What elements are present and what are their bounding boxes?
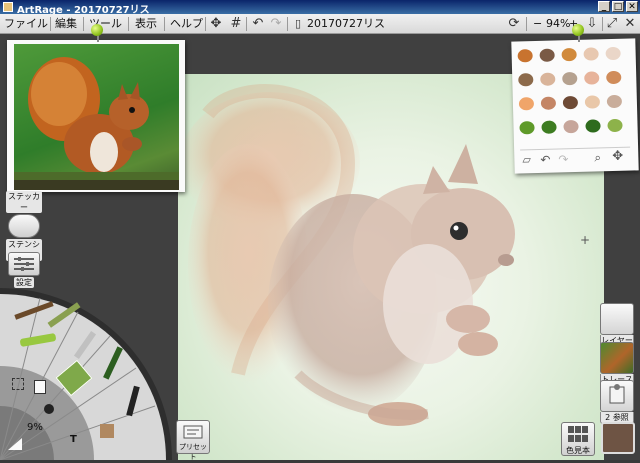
palette-redo-icon[interactable]: ↷	[558, 152, 568, 166]
reference-label: 参照	[612, 413, 629, 422]
palette-swatch[interactable]	[540, 96, 557, 110]
palette-swatch[interactable]	[562, 71, 578, 86]
move-canvas-icon[interactable]: ✥	[208, 16, 224, 32]
palette-swatch[interactable]	[607, 118, 623, 133]
squirrel-photo-illustration	[14, 57, 179, 190]
grid-icon[interactable]: #	[228, 16, 244, 32]
palette-swatch[interactable]	[606, 94, 623, 109]
stickers-button[interactable]: ステッカー	[6, 190, 42, 213]
window-title-bar[interactable]: ArtRage - 20170727リス _ □ ✕	[0, 0, 640, 16]
zoom-reset-icon[interactable]: ⇩	[584, 16, 600, 32]
minimize-button[interactable]: _	[598, 1, 610, 12]
reference-photo	[14, 44, 179, 190]
menu-separator	[602, 17, 603, 31]
layers-button[interactable]: レイヤー	[600, 303, 634, 347]
document-icon: ▯	[294, 17, 302, 30]
color-samples-button[interactable]: 色見本	[561, 422, 595, 456]
stickers-label: ステッカー	[6, 191, 42, 213]
layers-thumbnail	[600, 303, 634, 335]
reference-count: 2	[605, 413, 611, 422]
presets-label: プリセット	[179, 443, 207, 461]
palette-swatch[interactable]	[518, 97, 535, 111]
cursor-crosshair-icon: +	[580, 233, 591, 247]
menu-separator	[50, 17, 51, 31]
move-icon[interactable]: ✥	[612, 149, 623, 164]
palette-undo-icon[interactable]: ↶	[540, 153, 550, 167]
palette-swatch-grid	[517, 46, 630, 146]
palette-swatch[interactable]	[518, 73, 534, 87]
redo-icon[interactable]: ↷	[268, 16, 284, 32]
zoom-level: 94%	[546, 17, 571, 30]
palette-swatch[interactable]	[584, 95, 601, 109]
zoom-search-icon[interactable]: ⌕	[594, 150, 601, 165]
tool-wheel[interactable]: 9% T	[0, 288, 172, 461]
close-button[interactable]: ✕	[626, 1, 638, 12]
reference-pin-button-icon	[600, 380, 634, 412]
menu-separator	[287, 17, 288, 31]
color-samples-label: 色見本	[566, 446, 590, 455]
paint-roller-icon[interactable]	[34, 380, 46, 394]
palette-swatch[interactable]	[562, 95, 579, 110]
color-palette-panel[interactable]: ▱ ↶ ↷ ⌕ ✥	[511, 38, 639, 174]
palette-swatch[interactable]	[519, 121, 535, 135]
rotate-canvas-icon[interactable]: ⟳	[506, 16, 522, 32]
reference-button[interactable]: 2 参照	[600, 380, 634, 424]
menu-view[interactable]: 表示	[135, 16, 157, 32]
palette-swatch[interactable]	[539, 48, 555, 62]
reference-pin-icon[interactable]	[91, 24, 103, 36]
menu-file[interactable]: ファイル	[4, 16, 48, 32]
app-icon	[3, 2, 13, 12]
reference-image-card[interactable]	[7, 40, 185, 192]
sticky-note-icon[interactable]: ▱	[522, 153, 531, 166]
color-samples-icon	[568, 426, 588, 442]
fill-tool-icon[interactable]	[100, 424, 114, 438]
zoom-out-button[interactable]: −	[533, 16, 542, 32]
menu-separator	[83, 17, 84, 31]
settings-sliders-icon	[8, 252, 40, 276]
menu-edit[interactable]: 編集	[55, 16, 77, 32]
close-panels-icon[interactable]: ✕	[622, 16, 638, 32]
palette-swatch[interactable]	[606, 70, 622, 85]
presets-button[interactable]: プリセット	[176, 420, 210, 461]
palette-pin-icon[interactable]	[572, 24, 584, 36]
current-color-swatch[interactable]	[601, 422, 635, 454]
text-tool-icon[interactable]: T	[70, 434, 77, 445]
stencil-icon	[8, 214, 40, 238]
palette-swatch[interactable]	[583, 47, 599, 61]
palette-swatch[interactable]	[517, 49, 533, 63]
menu-separator	[246, 17, 247, 31]
trace-thumbnail	[600, 342, 634, 374]
settings-label: 設定	[14, 277, 34, 288]
palette-swatch[interactable]	[541, 120, 557, 134]
settings-button[interactable]: 設定	[6, 252, 42, 288]
document-name: 20170727リス	[307, 17, 385, 30]
palette-swatch[interactable]	[563, 119, 579, 134]
menu-separator	[164, 17, 165, 31]
menu-separator	[205, 17, 206, 31]
palette-swatch[interactable]	[561, 47, 577, 62]
selection-tool-icon[interactable]	[12, 378, 24, 390]
presets-icon	[183, 425, 203, 439]
palette-swatch[interactable]	[605, 46, 621, 61]
maximize-button[interactable]: □	[612, 1, 624, 12]
fullscreen-icon[interactable]: ⤢	[604, 16, 620, 32]
palette-swatch[interactable]	[540, 72, 556, 86]
menu-separator	[128, 17, 129, 31]
palette-swatch[interactable]	[585, 119, 601, 133]
palette-swatch[interactable]	[584, 71, 600, 85]
brush-size-percent: 9%	[27, 422, 43, 433]
eyedropper-icon[interactable]	[44, 404, 54, 414]
menu-separator	[526, 17, 527, 31]
menu-help[interactable]: ヘルプ	[170, 16, 203, 32]
undo-icon[interactable]: ↶	[250, 16, 266, 32]
